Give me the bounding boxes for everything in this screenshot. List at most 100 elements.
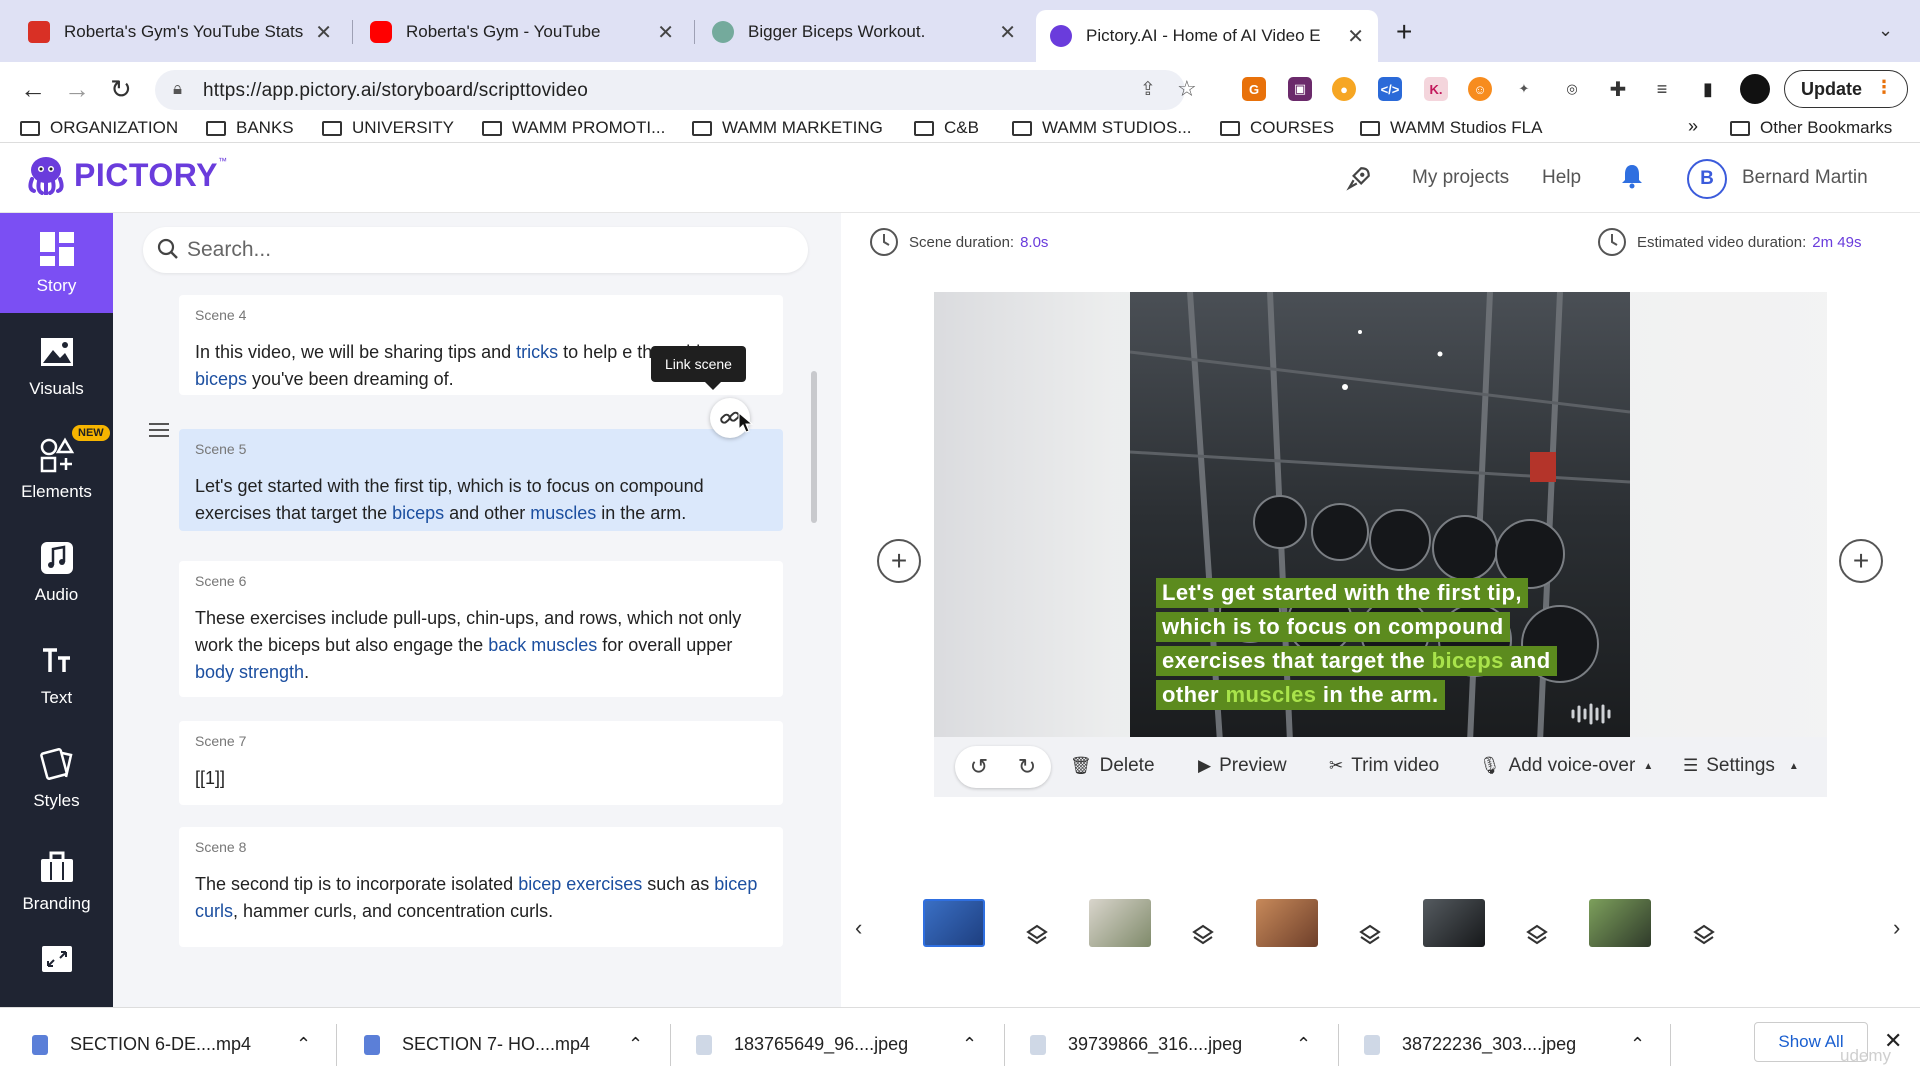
- add-voice-over-button[interactable]: 🎙︎ Add voice-over ▲: [1479, 755, 1653, 777]
- extension-icon[interactable]: ▣: [1288, 77, 1312, 101]
- help-link[interactable]: Help: [1542, 167, 1581, 189]
- reload-icon[interactable]: ↻: [110, 74, 132, 105]
- close-icon[interactable]: ✕: [1347, 24, 1364, 49]
- keyword[interactable]: muscles: [530, 503, 596, 523]
- bookmark-folder[interactable]: COURSES: [1220, 118, 1334, 138]
- user-name[interactable]: Bernard Martin: [1742, 167, 1868, 189]
- close-icon[interactable]: ✕: [999, 20, 1016, 45]
- other-bookmarks-folder[interactable]: Other Bookmarks: [1730, 118, 1892, 138]
- bookmark-folder[interactable]: C&B: [914, 118, 979, 138]
- extension-icon[interactable]: ◎: [1560, 77, 1584, 101]
- sidebar-item-resize[interactable]: [0, 931, 113, 995]
- layers-icon[interactable]: [1525, 923, 1549, 947]
- scene-card-6[interactable]: Scene 6 These exercises include pull-ups…: [179, 561, 783, 697]
- sidebar-item-story[interactable]: Story: [0, 213, 113, 313]
- share-icon[interactable]: ⇪: [1140, 78, 1156, 101]
- update-button[interactable]: Update ⋮: [1784, 70, 1908, 108]
- keyword[interactable]: tricks: [516, 342, 558, 362]
- keyword[interactable]: body strength: [195, 662, 304, 682]
- url-text[interactable]: https://app.pictory.ai/storyboard/script…: [203, 80, 588, 102]
- avatar[interactable]: B: [1687, 159, 1727, 199]
- new-tab-icon[interactable]: +: [1396, 16, 1412, 48]
- bookmark-folder[interactable]: WAMM PROMOTI...: [482, 118, 665, 138]
- trim-video-button[interactable]: ✂ Trim video: [1329, 755, 1439, 777]
- scrollbar[interactable]: [811, 371, 817, 523]
- settings-button[interactable]: ☰ Settings ▲: [1683, 755, 1799, 777]
- extension-icon[interactable]: ●: [1332, 77, 1356, 101]
- bookmark-folder[interactable]: BANKS: [206, 118, 294, 138]
- redo-icon[interactable]: ↻: [1018, 754, 1036, 780]
- bookmark-folder[interactable]: WAMM MARKETING: [692, 118, 883, 138]
- keyword[interactable]: back muscles: [488, 635, 597, 655]
- search-box[interactable]: [143, 227, 808, 273]
- profile-avatar-icon[interactable]: [1740, 74, 1770, 104]
- keyword[interactable]: bicep exercises: [518, 874, 642, 894]
- add-scene-before-button[interactable]: +: [877, 539, 921, 583]
- delete-button[interactable]: 🗑︎ Delete: [1070, 755, 1155, 777]
- scene-card-8[interactable]: Scene 8 The second tip is to incorporate…: [179, 827, 783, 947]
- rocket-icon[interactable]: [1346, 165, 1372, 191]
- scene-text[interactable]: These exercises include pull-ups, chin-u…: [195, 605, 775, 686]
- bookmark-folder[interactable]: WAMM Studios FLA: [1360, 118, 1542, 138]
- layers-icon[interactable]: [1191, 923, 1215, 947]
- search-input[interactable]: [187, 235, 787, 265]
- caret-up-icon[interactable]: ⌃: [296, 1008, 311, 1080]
- layers-icon[interactable]: [1025, 923, 1049, 947]
- scene-thumbnail[interactable]: [923, 899, 985, 947]
- chevron-left-icon[interactable]: ‹: [855, 915, 862, 941]
- scene-card-7[interactable]: Scene 7 [[1]]: [179, 721, 783, 805]
- sidebar-item-text[interactable]: Text: [0, 625, 113, 725]
- scene-text[interactable]: [[1]]: [195, 765, 775, 792]
- scene-text[interactable]: Let's get started with the first tip, wh…: [195, 473, 775, 527]
- download-item[interactable]: 183765649_96....jpeg: [696, 1008, 908, 1080]
- back-arrow-icon[interactable]: ←: [20, 74, 46, 105]
- bell-icon[interactable]: [1620, 163, 1644, 189]
- bookmarks-overflow-icon[interactable]: »: [1688, 116, 1698, 137]
- sidebar-item-elements[interactable]: Elements: [0, 419, 113, 519]
- video-caption[interactable]: Let's get started with the first tip, wh…: [1156, 578, 1616, 714]
- close-icon[interactable]: ✕: [315, 20, 332, 45]
- extension-icon[interactable]: ✦: [1512, 77, 1536, 101]
- caret-up-icon[interactable]: ⌃: [628, 1008, 643, 1080]
- url-bar[interactable]: 🔒︎ https://app.pictory.ai/storyboard/scr…: [155, 70, 1197, 110]
- chevron-right-icon[interactable]: ›: [1893, 915, 1900, 941]
- scene-thumbnail[interactable]: [1423, 899, 1485, 947]
- sidebar-item-styles[interactable]: Styles: [0, 728, 113, 828]
- keyword[interactable]: biceps: [195, 369, 247, 389]
- puzzle-icon[interactable]: ✚: [1606, 77, 1630, 101]
- caret-up-icon[interactable]: ⌃: [1296, 1008, 1311, 1080]
- undo-icon[interactable]: ↺: [970, 754, 988, 780]
- extension-icon[interactable]: </>: [1378, 77, 1402, 101]
- sidebar-item-branding[interactable]: Branding: [0, 831, 113, 931]
- keyword[interactable]: biceps: [392, 503, 444, 523]
- video-preview[interactable]: Let's get started with the first tip, wh…: [1130, 292, 1630, 742]
- keyword[interactable]: bicep curls: [195, 874, 757, 921]
- download-item[interactable]: SECTION 6-DE....mp4: [32, 1008, 251, 1080]
- forward-arrow-icon[interactable]: →: [64, 74, 90, 105]
- download-item[interactable]: 39739866_316....jpeg: [1030, 1008, 1242, 1080]
- sidepanel-icon[interactable]: ▮: [1696, 77, 1720, 101]
- drag-handle-icon[interactable]: [149, 423, 169, 439]
- pictory-logo[interactable]: PICTORY ™: [24, 155, 227, 195]
- bookmark-folder[interactable]: ORGANIZATION: [20, 118, 178, 138]
- layers-icon[interactable]: [1358, 923, 1382, 947]
- bookmark-folder[interactable]: UNIVERSITY: [322, 118, 454, 138]
- browser-tab-pictory[interactable]: Pictory.AI - Home of AI Video E ✕: [1036, 10, 1378, 62]
- caret-up-icon[interactable]: ⌃: [962, 1008, 977, 1080]
- playlist-icon[interactable]: ≡: [1650, 77, 1674, 101]
- layers-icon[interactable]: [1692, 923, 1716, 947]
- my-projects-link[interactable]: My projects: [1412, 167, 1509, 189]
- extension-icon[interactable]: ☺: [1468, 77, 1492, 101]
- bookmark-star-icon[interactable]: ☆: [1177, 76, 1197, 102]
- scene-text[interactable]: The second tip is to incorporate isolate…: [195, 871, 775, 925]
- close-icon[interactable]: ✕: [657, 20, 674, 45]
- scene-thumbnail[interactable]: [1256, 899, 1318, 947]
- browser-tab-chatgpt[interactable]: Bigger Biceps Workout. ✕: [698, 12, 1030, 52]
- browser-tab-yt-stats[interactable]: Roberta's Gym's YouTube Stats ✕: [14, 12, 346, 52]
- scene-thumbnail[interactable]: [1089, 899, 1151, 947]
- scene-thumbnail[interactable]: [1589, 899, 1651, 947]
- sidebar-item-audio[interactable]: Audio: [0, 522, 113, 622]
- preview-button[interactable]: ▶ Preview: [1198, 755, 1287, 777]
- browser-tab-youtube[interactable]: Roberta's Gym - YouTube ✕: [356, 12, 688, 52]
- lock-icon[interactable]: 🔒︎: [173, 79, 182, 99]
